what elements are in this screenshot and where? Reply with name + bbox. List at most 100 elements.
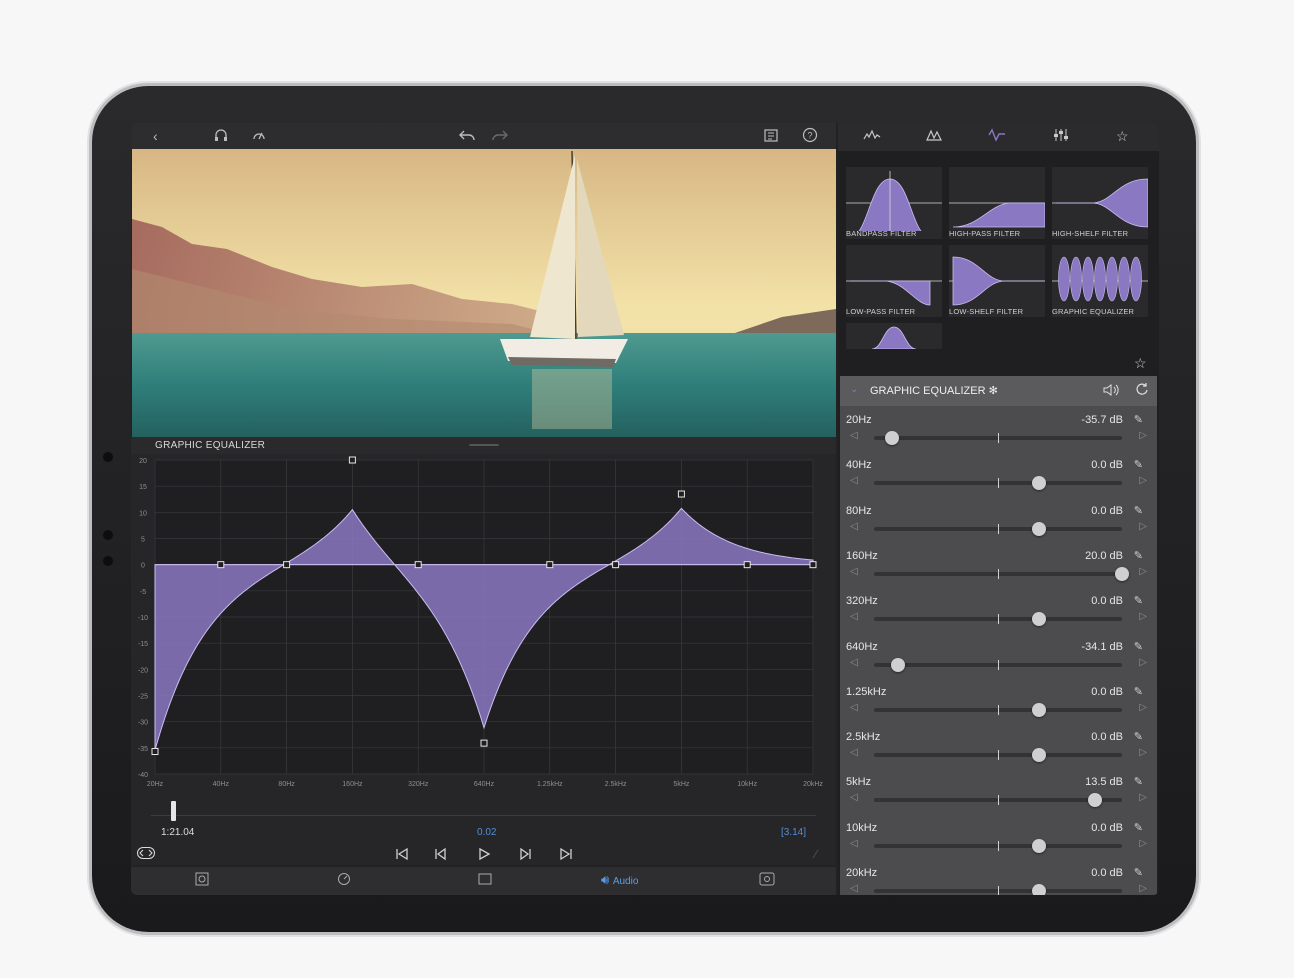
eq-node-handle[interactable]	[348, 456, 356, 464]
eq-node-handle[interactable]	[612, 561, 620, 569]
edit-icon[interactable]: ✎	[1134, 640, 1143, 653]
increase-icon[interactable]: ▷	[1139, 838, 1147, 849]
eq-node-handle[interactable]	[809, 561, 817, 569]
camera-dot	[103, 556, 113, 566]
eq-node-handle[interactable]	[217, 561, 225, 569]
decrease-icon[interactable]: ◁	[850, 702, 858, 713]
preset-bandpass[interactable]: BANDPASS FILTER	[846, 167, 942, 239]
slider-knob[interactable]	[1032, 748, 1047, 763]
preset-more[interactable]	[846, 323, 942, 349]
edit-icon[interactable]: ✎	[1134, 866, 1143, 879]
crop-icon[interactable]	[477, 872, 493, 889]
eq-node-handle[interactable]	[151, 747, 159, 755]
slider-knob[interactable]	[1032, 838, 1047, 853]
eq-node-handle[interactable]	[546, 561, 554, 569]
chevron-down-icon[interactable]: ⌄	[850, 384, 858, 395]
eq-chart[interactable]: 20 15 10 5 0 -5 -10 -15 -20 -25 -30 -35 -40 20Hz 40Hz 8…	[131, 454, 836, 801]
edit-icon[interactable]: ✎	[1134, 775, 1143, 788]
increase-icon[interactable]: ▷	[1139, 611, 1147, 622]
edit-icon[interactable]: ✎	[1134, 594, 1143, 607]
decrease-icon[interactable]: ◁	[850, 747, 858, 758]
edit-icon[interactable]: ✎	[1134, 549, 1143, 562]
slider-knob[interactable]	[884, 431, 899, 445]
eq-node-handle[interactable]	[677, 490, 685, 498]
increase-icon[interactable]: ▷	[1139, 747, 1147, 758]
decrease-icon[interactable]: ◁	[850, 657, 858, 668]
speed-dial-icon[interactable]	[337, 872, 351, 889]
increase-icon[interactable]: ▷	[1139, 521, 1147, 532]
audio-tab[interactable]: 🔊︎ Audio	[601, 872, 638, 888]
decrease-icon[interactable]: ◁	[850, 521, 858, 532]
speaker-icon[interactable]	[1102, 382, 1120, 403]
effects-icon[interactable]	[759, 872, 775, 889]
preset-label: LOW-SHELF FILTER	[949, 307, 1024, 316]
back-icon[interactable]: ‹	[153, 127, 158, 145]
decrease-icon[interactable]: ◁	[850, 566, 858, 577]
decrease-icon[interactable]: ◁	[850, 430, 858, 441]
increase-icon[interactable]: ▷	[1139, 475, 1147, 486]
edit-icon[interactable]: ✎	[1134, 458, 1143, 471]
mixer-icon[interactable]	[1052, 128, 1070, 145]
video-preview[interactable]	[132, 149, 836, 437]
increase-icon[interactable]: ▷	[1139, 792, 1147, 803]
skip-end-icon[interactable]	[559, 847, 573, 866]
headphones-icon[interactable]	[213, 127, 229, 147]
brush-icon[interactable]: ⁄	[815, 847, 817, 861]
preset-graphic[interactable]: GRAPHIC EQUALIZER	[1052, 245, 1148, 317]
skip-start-icon[interactable]	[395, 847, 409, 866]
increase-icon[interactable]: ▷	[1139, 702, 1147, 713]
eq-node-handle[interactable]	[480, 739, 488, 747]
decrease-icon[interactable]: ◁	[850, 475, 858, 486]
slider-knob[interactable]	[1032, 521, 1047, 536]
redo-icon[interactable]	[491, 127, 509, 147]
preset-lowpass[interactable]: LOW-PASS FILTER	[846, 245, 942, 317]
edit-icon[interactable]: ✎	[1134, 504, 1143, 517]
effect-header[interactable]: ⌄ GRAPHIC EQUALIZER ✻	[840, 376, 1157, 406]
increase-icon[interactable]: ▷	[1139, 566, 1147, 577]
clipboard-icon[interactable]	[763, 127, 779, 147]
waveform-icon[interactable]	[863, 128, 881, 145]
slider-knob[interactable]	[1032, 702, 1047, 717]
edit-icon[interactable]: ✎	[1134, 730, 1143, 743]
edit-icon[interactable]: ✎	[1134, 413, 1143, 426]
increase-icon[interactable]: ▷	[1139, 883, 1147, 894]
edit-icon[interactable]: ✎	[1134, 821, 1143, 834]
timeline[interactable]: 1:21.04 0.02 [3.14] ⁄	[131, 801, 836, 865]
decrease-icon[interactable]: ◁	[850, 611, 858, 622]
preset-lowshelf[interactable]: LOW-SHELF FILTER	[949, 245, 1045, 317]
favorite-star-icon[interactable]: ☆	[1134, 355, 1147, 372]
step-back-icon[interactable]	[433, 847, 447, 866]
eq-node-handle[interactable]	[743, 561, 751, 569]
preset-highshelf[interactable]: HIGH-SHELF FILTER	[1052, 167, 1148, 239]
reset-icon[interactable]	[1135, 382, 1149, 401]
slider-knob[interactable]	[1032, 476, 1047, 491]
peaks-icon[interactable]	[926, 128, 944, 145]
slider-knob[interactable]	[1115, 566, 1129, 581]
slider-knob[interactable]	[1088, 793, 1103, 808]
playhead[interactable]	[171, 801, 176, 821]
preset-highpass[interactable]: HIGH-PASS FILTER	[949, 167, 1045, 239]
decrease-icon[interactable]: ◁	[850, 792, 858, 803]
eq-node-handle[interactable]	[414, 561, 422, 569]
frame-icon[interactable]	[195, 872, 209, 889]
eq-curve-icon[interactable]	[988, 128, 1006, 145]
edit-icon[interactable]: ✎	[1134, 685, 1143, 698]
play-icon[interactable]	[477, 847, 491, 866]
speed-icon[interactable]	[251, 127, 267, 147]
decrease-icon[interactable]: ◁	[850, 883, 858, 894]
increase-icon[interactable]: ▷	[1139, 430, 1147, 441]
loop-icon[interactable]	[137, 847, 155, 862]
increase-icon[interactable]: ▷	[1139, 657, 1147, 668]
drag-handle[interactable]	[469, 444, 499, 446]
decrease-icon[interactable]: ◁	[850, 838, 858, 849]
help-icon[interactable]: ?	[802, 127, 818, 147]
star-icon[interactable]: ☆	[1116, 128, 1129, 145]
slider-knob[interactable]	[1032, 612, 1047, 627]
undo-icon[interactable]	[458, 127, 476, 147]
slider-knob[interactable]	[891, 657, 906, 672]
slider-knob[interactable]	[1032, 884, 1047, 895]
eq-graph-panel[interactable]: 20 15 10 5 0 -5 -10 -15 -20 -25 -30 -35 -40 20Hz 40Hz 8…	[131, 454, 836, 801]
step-forward-icon[interactable]	[519, 847, 533, 866]
eq-node-handle[interactable]	[283, 561, 291, 569]
band-row: 5kHz 13.5 dB ✎ ◁ ▷	[840, 768, 1157, 813]
